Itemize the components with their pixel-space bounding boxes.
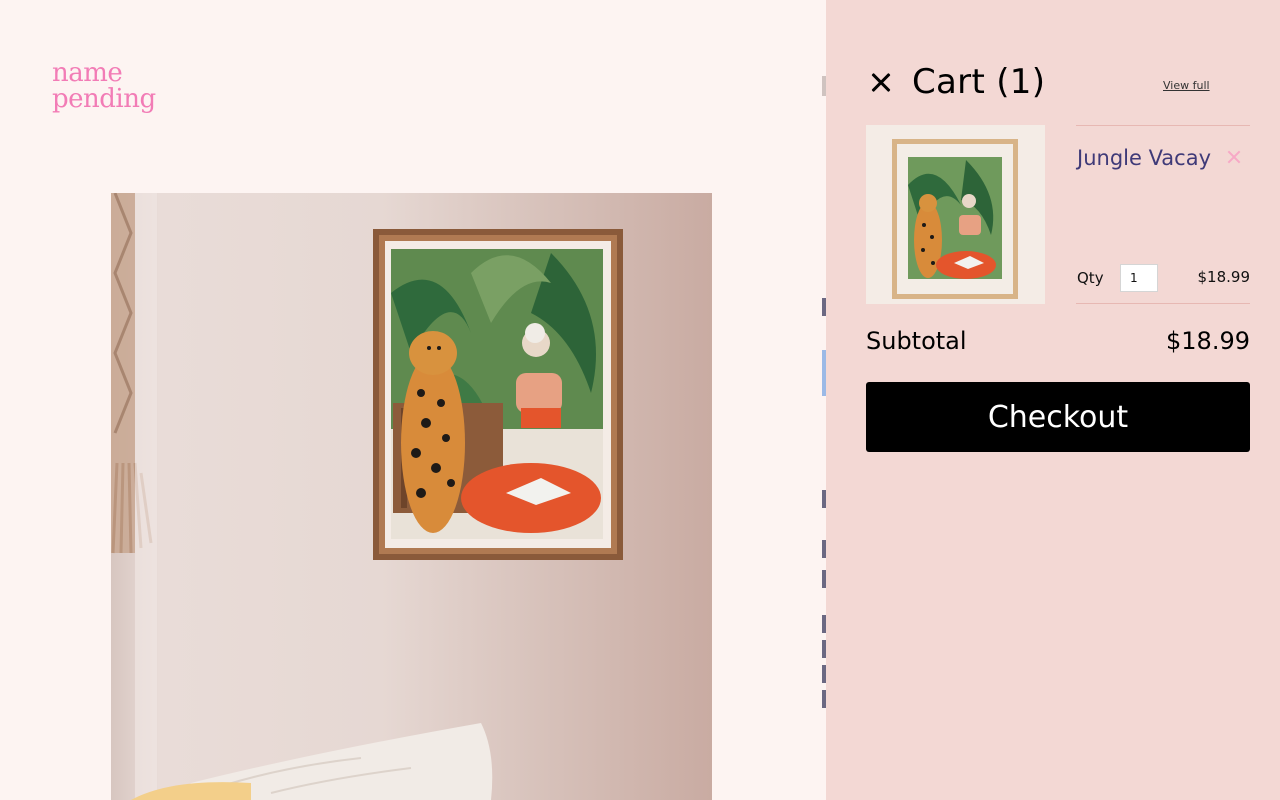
product-hero-image [111,193,712,800]
framed-artwork [373,229,623,560]
cart-item-price: $18.99 [1197,268,1251,286]
item-divider-top [1076,125,1250,126]
thumbnail-artwork [866,125,1045,304]
subtotal-value: $18.99 [1166,327,1250,355]
hero-scene [111,193,623,800]
remove-item-icon[interactable] [1223,146,1245,168]
brand-logo-line2: pending [52,84,156,114]
close-icon[interactable] [866,68,896,98]
cart-item-name[interactable]: Jungle Vacay [1077,146,1211,170]
qty-label: Qty [1077,269,1104,287]
brand-logo-line1: name [52,58,123,88]
brand-logo[interactable]: name pending [52,60,156,112]
cart-title: Cart (1) [912,62,1046,102]
cart-drawer: Cart (1) View full Jungle Vacay Qty $18.… [826,0,1280,800]
checkout-button[interactable]: Checkout [866,382,1250,452]
qty-input[interactable] [1120,264,1158,292]
item-divider-bottom [1076,303,1250,304]
view-full-cart-link[interactable]: View full [1163,79,1210,92]
bed-pillow [131,723,493,800]
cart-item-thumbnail[interactable] [866,125,1045,304]
subtotal-label: Subtotal [866,327,967,355]
